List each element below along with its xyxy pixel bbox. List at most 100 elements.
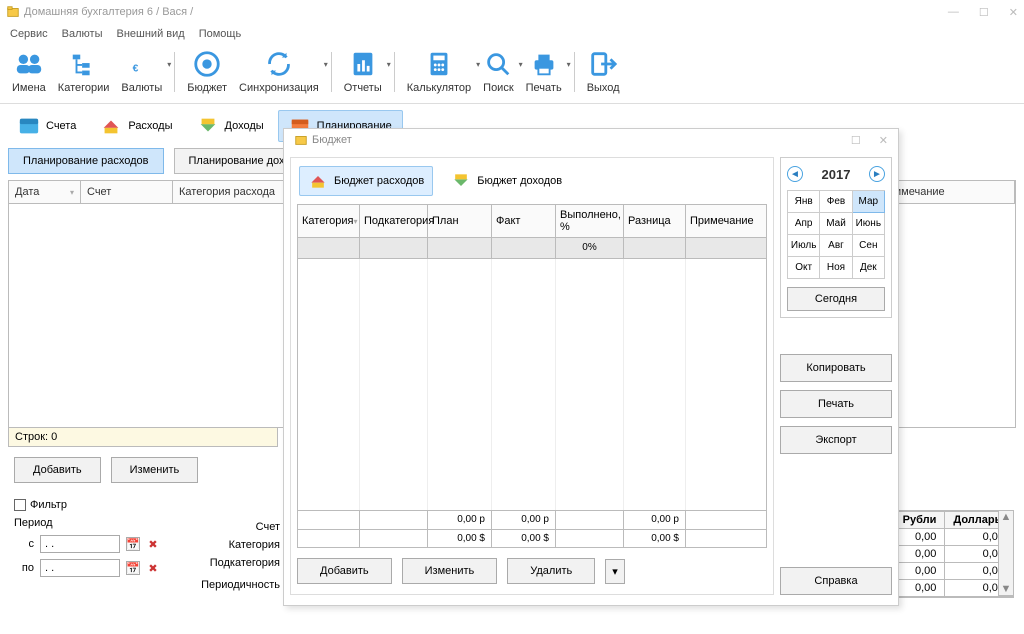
col-account[interactable]: Счет bbox=[81, 181, 173, 203]
col-date[interactable]: Дата▾ bbox=[9, 181, 81, 203]
add-button[interactable]: Добавить bbox=[14, 457, 101, 483]
chevron-down-icon: ▾ bbox=[612, 566, 618, 578]
category-label: Категория bbox=[190, 539, 280, 551]
tree-icon bbox=[69, 49, 99, 79]
account-label: Счет bbox=[190, 521, 280, 533]
budget-side-panel: ◄ 2017 ► ЯнвФевМар АпрМайИюнь ИюльАвгСен Ок… bbox=[780, 157, 892, 595]
tab-budget-income[interactable]: Бюджет доходов bbox=[443, 166, 570, 196]
budget-dialog: Бюджет ☐ ✕ Бюджет расходов Бюджет доходо… bbox=[283, 128, 899, 606]
col-category[interactable]: Категория▾ bbox=[298, 205, 360, 237]
tb-search[interactable]: Поиск ▾ bbox=[477, 48, 519, 95]
tb-reports[interactable]: Отчеты ▾ bbox=[338, 48, 388, 95]
from-label: с bbox=[14, 538, 34, 550]
chart-icon bbox=[348, 49, 378, 79]
month-Май[interactable]: Май bbox=[820, 213, 852, 235]
minimize-button[interactable]: — bbox=[948, 6, 959, 19]
scrollbar[interactable]: ▲▼ bbox=[998, 510, 1014, 596]
close-button[interactable]: ✕ bbox=[1009, 6, 1018, 19]
tb-categories[interactable]: Категории bbox=[52, 48, 116, 95]
calendar-picker-icon[interactable]: 📅 bbox=[126, 537, 140, 551]
tb-currencies[interactable]: € Валюты ▾ bbox=[115, 48, 168, 95]
month-Мар[interactable]: Мар bbox=[853, 191, 885, 213]
totals-rub-header: Рубли bbox=[894, 512, 945, 529]
tb-sync[interactable]: Синхронизация ▾ bbox=[233, 48, 325, 95]
col-note[interactable]: Примечание bbox=[686, 205, 766, 237]
clear-icon[interactable]: ✖ bbox=[146, 561, 160, 575]
tab-expenses[interactable]: Расходы bbox=[90, 111, 182, 141]
col-plan[interactable]: План bbox=[428, 205, 492, 237]
tb-budget[interactable]: Бюджет bbox=[181, 48, 233, 95]
dialog-edit-button[interactable]: Изменить bbox=[402, 558, 498, 584]
month-Авг[interactable]: Авг bbox=[820, 235, 852, 257]
scroll-up-icon[interactable]: ▲ bbox=[1001, 511, 1012, 523]
today-button[interactable]: Сегодня bbox=[787, 287, 885, 311]
month-Ноя[interactable]: Ноя bbox=[820, 257, 852, 279]
menubar: Сервис Валюты Внешний вид Помощь bbox=[0, 24, 1024, 44]
scroll-down-icon[interactable]: ▼ bbox=[1001, 583, 1012, 595]
dialog-delete-dropdown[interactable]: ▾ bbox=[605, 559, 625, 584]
tab-accounts[interactable]: Счета bbox=[8, 111, 86, 141]
menu-appearance[interactable]: Внешний вид bbox=[117, 28, 185, 40]
dialog-close-button[interactable]: ✕ bbox=[879, 134, 888, 147]
filter-checkbox[interactable]: Фильтр bbox=[14, 499, 160, 511]
copy-button[interactable]: Копировать bbox=[780, 354, 892, 382]
menu-currencies[interactable]: Валюты bbox=[62, 28, 103, 40]
arrow-in-icon bbox=[197, 115, 219, 137]
tab-budget-expenses[interactable]: Бюджет расходов bbox=[299, 166, 433, 196]
chevron-down-icon[interactable]: ▾ bbox=[567, 60, 571, 69]
chevron-down-icon[interactable]: ▾ bbox=[387, 60, 391, 69]
month-Апр[interactable]: Апр bbox=[788, 213, 820, 235]
arrow-out-icon bbox=[100, 115, 122, 137]
month-Дек[interactable]: Дек bbox=[853, 257, 885, 279]
month-Сен[interactable]: Сен bbox=[853, 235, 885, 257]
tb-names[interactable]: Имена bbox=[6, 48, 52, 95]
month-Янв[interactable]: Янв bbox=[788, 191, 820, 213]
clear-icon[interactable]: ✖ bbox=[146, 537, 160, 551]
tb-calc[interactable]: Калькулятор ▾ bbox=[401, 48, 477, 95]
export-button[interactable]: Экспорт bbox=[780, 426, 892, 454]
search-icon bbox=[483, 49, 513, 79]
dialog-titlebar: Бюджет ☐ ✕ bbox=[284, 129, 898, 151]
dialog-maximize-button[interactable]: ☐ bbox=[851, 134, 861, 147]
sum-diff-d: 0,00 $ bbox=[624, 529, 686, 547]
chevron-down-icon[interactable]: ▾ bbox=[324, 60, 328, 69]
edit-button[interactable]: Изменить bbox=[111, 457, 199, 483]
periodicity-label: Периодичность bbox=[190, 579, 280, 591]
next-year-button[interactable]: ► bbox=[869, 166, 885, 182]
sort-icon: ▾ bbox=[70, 188, 74, 197]
main-toolbar: Имена Категории € Валюты ▾ Бюджет Синхро… bbox=[0, 44, 1024, 104]
menu-help[interactable]: Помощь bbox=[199, 28, 242, 40]
year-label: 2017 bbox=[822, 167, 851, 182]
from-date-input[interactable]: . . bbox=[40, 535, 120, 553]
tab-income[interactable]: Доходы bbox=[187, 111, 274, 141]
chevron-down-icon[interactable]: ▾ bbox=[167, 60, 171, 69]
dialog-delete-button[interactable]: Удалить bbox=[507, 558, 595, 584]
subtab-plan-expenses[interactable]: Планирование расходов bbox=[8, 148, 164, 174]
budget-grid-header: Категория▾ Подкатегория План Факт Выполн… bbox=[297, 204, 767, 238]
budget-grid-body[interactable] bbox=[297, 259, 767, 510]
col-fact[interactable]: Факт bbox=[492, 205, 556, 237]
month-Июнь[interactable]: Июнь bbox=[853, 213, 885, 235]
month-Фев[interactable]: Фев bbox=[820, 191, 852, 213]
menu-service[interactable]: Сервис bbox=[10, 28, 48, 40]
calendar-picker-icon[interactable]: 📅 bbox=[126, 561, 140, 575]
to-date-input[interactable]: . . bbox=[40, 559, 120, 577]
month-Окт[interactable]: Окт bbox=[788, 257, 820, 279]
sum-plan-d: 0,00 $ bbox=[428, 529, 492, 547]
dialog-add-button[interactable]: Добавить bbox=[297, 558, 392, 584]
sum-fact-r: 0,00 р bbox=[492, 511, 556, 529]
help-button[interactable]: Справка bbox=[780, 567, 892, 595]
month-Июль[interactable]: Июль bbox=[788, 235, 820, 257]
col-subcategory[interactable]: Подкатегория bbox=[360, 205, 428, 237]
maximize-button[interactable]: ☐ bbox=[979, 6, 989, 19]
tb-print[interactable]: Печать ▾ bbox=[520, 48, 568, 95]
calculator-icon bbox=[424, 49, 454, 79]
col-diff[interactable]: Разница bbox=[624, 205, 686, 237]
print-button[interactable]: Печать bbox=[780, 390, 892, 418]
tb-exit[interactable]: Выход bbox=[581, 48, 626, 95]
table-cell: 0,00 bbox=[894, 563, 945, 580]
col-done[interactable]: Выполнено, % bbox=[556, 205, 624, 237]
prev-year-button[interactable]: ◄ bbox=[787, 166, 803, 182]
budget-totals: 0,00 р 0,00 р 0,00 р 0,00 $ 0,00 $ 0,00 … bbox=[297, 510, 767, 548]
done-value: 0% bbox=[556, 238, 624, 258]
